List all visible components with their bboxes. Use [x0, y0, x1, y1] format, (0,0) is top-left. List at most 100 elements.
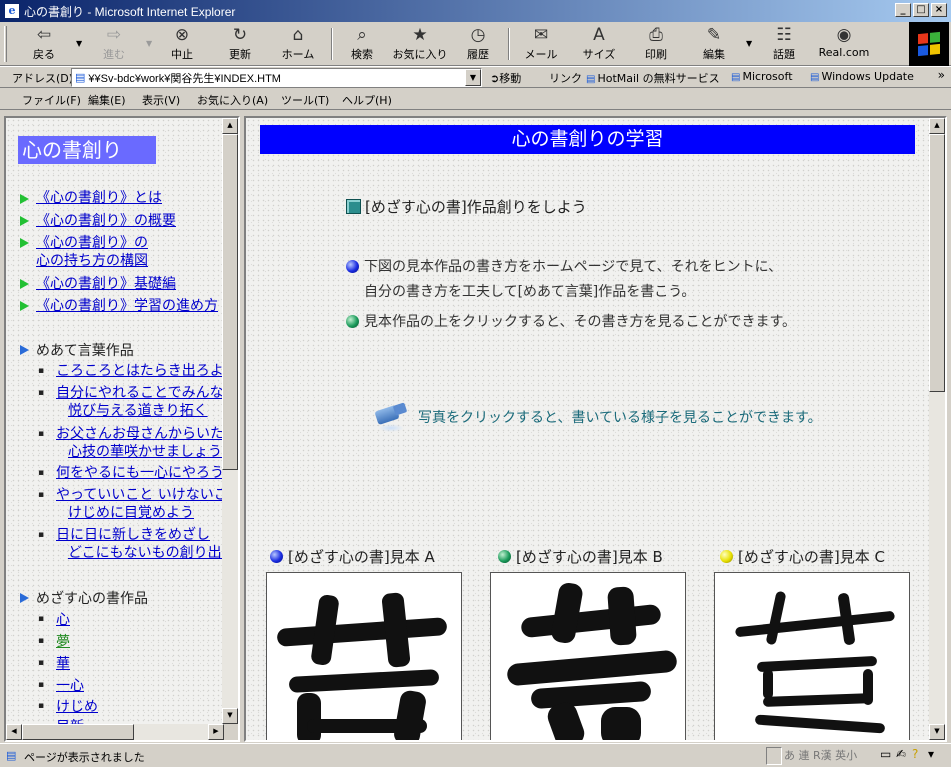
link-windows-update[interactable]: ▤ Windows Update: [810, 70, 914, 83]
menu-help[interactable]: ヘルプ(H): [342, 92, 392, 108]
goal-item-3[interactable]: お父さんお母さんからいた: [56, 425, 224, 443]
close-button[interactable]: ×: [931, 3, 947, 17]
toolbar-grip[interactable]: [4, 26, 7, 62]
goal-item-5-cont[interactable]: けじめに目覚めよう: [68, 504, 194, 522]
instruction-1: 下図の見本作品の書き方をホームページで見て、それをヒントに、: [346, 256, 782, 276]
work-item-yume[interactable]: 夢: [56, 633, 70, 651]
stop-button[interactable]: ⊗ 中止: [162, 24, 202, 64]
address-dropdown-icon[interactable]: ▼: [465, 69, 481, 86]
goal-item-1[interactable]: ころころとはたらき出ろよ: [56, 362, 224, 380]
nav-link-about[interactable]: 《心の書創り》とは: [36, 189, 162, 207]
print-button[interactable]: ⎙ 印刷: [636, 24, 676, 64]
scroll-down-button[interactable]: ▼: [222, 708, 238, 724]
edit-dropdown-icon[interactable]: ▼: [746, 39, 752, 48]
ime-status[interactable]: あ 連 R漢 英小: [784, 747, 857, 763]
text-size-button[interactable]: A サイズ: [578, 24, 620, 64]
menu-view[interactable]: 表示(V): [142, 92, 180, 108]
video-camera-icon[interactable]: [374, 400, 410, 434]
back-button[interactable]: ⇦ 戻る: [24, 24, 64, 64]
scroll-right-button[interactable]: ▶: [208, 724, 224, 740]
sample-c-image[interactable]: [714, 572, 910, 740]
menu-tools[interactable]: ツール(T): [281, 92, 329, 108]
blue-triangle-icon: [20, 593, 29, 603]
scroll-left-button[interactable]: ◀: [6, 724, 22, 740]
refresh-button[interactable]: ↻ 更新: [220, 24, 260, 64]
link-page-icon: ▤: [810, 72, 820, 83]
minimize-button[interactable]: _: [895, 3, 911, 17]
realcom-button[interactable]: ◉ Real.com: [816, 24, 872, 64]
goal-item-2[interactable]: 自分にやれることでみんな: [56, 384, 224, 402]
favorites-button[interactable]: ★ お気に入り: [390, 24, 450, 64]
content-scroll-thumb[interactable]: [929, 134, 945, 392]
nav-link-overview[interactable]: 《心の書創り》の概要: [36, 212, 176, 230]
forward-button[interactable]: ⇨ 進む: [94, 24, 134, 64]
sample-a-image[interactable]: [266, 572, 462, 740]
ime-pad-icon[interactable]: ✍: [896, 747, 906, 761]
bullet-icon: ▪: [38, 366, 45, 376]
nav-link-mindset-cont[interactable]: 心の持ち方の構図: [36, 252, 148, 270]
ime-menu-icon[interactable]: ▾: [928, 747, 934, 761]
blue-ball-icon: [346, 259, 359, 273]
nav-link-mindset[interactable]: 《心の書創り》の: [36, 234, 148, 252]
video-hint[interactable]: 写真をクリックすると、書いている様子を見ることができます。: [374, 400, 822, 434]
back-dropdown-icon[interactable]: ▼: [76, 39, 82, 48]
window-title-bar[interactable]: e 心の書創り - Microsoft Internet Explorer _ …: [0, 0, 951, 22]
discuss-button[interactable]: ☷ 話題: [764, 24, 804, 64]
mail-button[interactable]: ✉ メール: [520, 24, 562, 64]
goal-item-6-cont[interactable]: どこにもないもの創り出そ: [68, 544, 236, 562]
address-input[interactable]: ▤ ¥¥Sv-bdc¥work¥関谷先生¥INDEX.HTM ▼: [71, 68, 482, 87]
instruction-1-text: 下図の見本作品の書き方をホームページで見て、それをヒントに、: [364, 259, 783, 275]
print-label: 印刷: [645, 48, 667, 61]
goal-item-3-cont[interactable]: 心技の華咲かせましょう: [68, 443, 222, 461]
nav-vertical-scrollbar[interactable]: ▲ ▼: [222, 118, 238, 724]
search-icon: ⌕: [357, 25, 367, 45]
discuss-icon: ☷: [776, 25, 792, 45]
ime-toolbar-icon[interactable]: ▭: [880, 747, 891, 761]
nav-link-progress[interactable]: 《心の書創り》学習の進め方: [36, 297, 218, 315]
sample-c-label: [めざす心の書]見本 C: [720, 546, 885, 567]
link-microsoft[interactable]: ▤ Microsoft: [731, 70, 793, 83]
home-icon: ⌂: [292, 25, 304, 45]
maximize-button[interactable]: □: [913, 3, 929, 17]
goal-item-4[interactable]: 何をやるにも一心にやろう: [56, 464, 224, 482]
nav-link-basics[interactable]: 《心の書創り》基礎編: [36, 275, 176, 293]
menu-edit[interactable]: 編集(E): [88, 92, 126, 108]
mail-label: メール: [524, 48, 558, 61]
home-button[interactable]: ⌂ ホーム: [277, 24, 319, 64]
menu-favorites[interactable]: お気に入り(A): [197, 92, 268, 108]
address-url[interactable]: ¥¥Sv-bdc¥work¥関谷先生¥INDEX.HTM: [88, 70, 281, 86]
work-item-kokoro[interactable]: 心: [56, 611, 70, 629]
link-hotmail[interactable]: ▤ HotMail の無料サービス: [586, 70, 720, 86]
edit-icon: ✎: [706, 25, 722, 45]
bullet-icon: ▪: [38, 490, 45, 500]
help-icon[interactable]: ?: [912, 747, 918, 761]
search-button[interactable]: ⌕ 検索: [342, 24, 382, 64]
nav-horizontal-scrollbar[interactable]: ◀ ▶: [6, 724, 224, 740]
menu-file[interactable]: ファイル(F): [22, 92, 81, 108]
discuss-label: 話題: [773, 48, 795, 61]
edit-button[interactable]: ✎ 編集: [694, 24, 734, 64]
content-vertical-scrollbar[interactable]: ▲ ▼: [929, 118, 945, 740]
goal-item-6[interactable]: 日に日に新しきをめざし: [56, 526, 210, 544]
goal-item-5[interactable]: やっていいこと いけないこ: [56, 486, 228, 504]
links-label[interactable]: リンク: [549, 70, 582, 86]
goal-item-2-cont[interactable]: 悦び与える道きり拓く: [68, 402, 208, 420]
forward-dropdown-icon[interactable]: ▼: [146, 39, 152, 48]
content-frame: 心の書創りの学習 [めざす心の書]作品創りをしよう 下図の見本作品の書き方をホー…: [244, 116, 947, 742]
sample-b-image[interactable]: [490, 572, 686, 740]
history-button[interactable]: ◷ 履歴: [458, 24, 498, 64]
nav-hscroll-thumb[interactable]: [22, 724, 134, 740]
scroll-corner: [224, 724, 238, 740]
menu-bar: ファイル(F) 編集(E) 表示(V) お気に入り(A) ツール(T) ヘルプ(…: [0, 88, 951, 110]
work-item-kejime[interactable]: けじめ: [56, 698, 98, 716]
go-button[interactable]: ➲移動: [490, 70, 521, 86]
work-item-hana[interactable]: 華: [56, 655, 70, 673]
nav-scroll-thumb[interactable]: [222, 134, 238, 470]
toolbar-separator: [331, 28, 333, 60]
links-chevron-icon[interactable]: »: [938, 68, 945, 82]
scroll-up-button[interactable]: ▲: [222, 118, 238, 134]
work-item-isshin[interactable]: 一心: [56, 677, 84, 695]
scroll-down-button[interactable]: ▼: [929, 724, 945, 740]
scroll-up-button[interactable]: ▲: [929, 118, 945, 134]
green-triangle-icon: [20, 194, 29, 204]
